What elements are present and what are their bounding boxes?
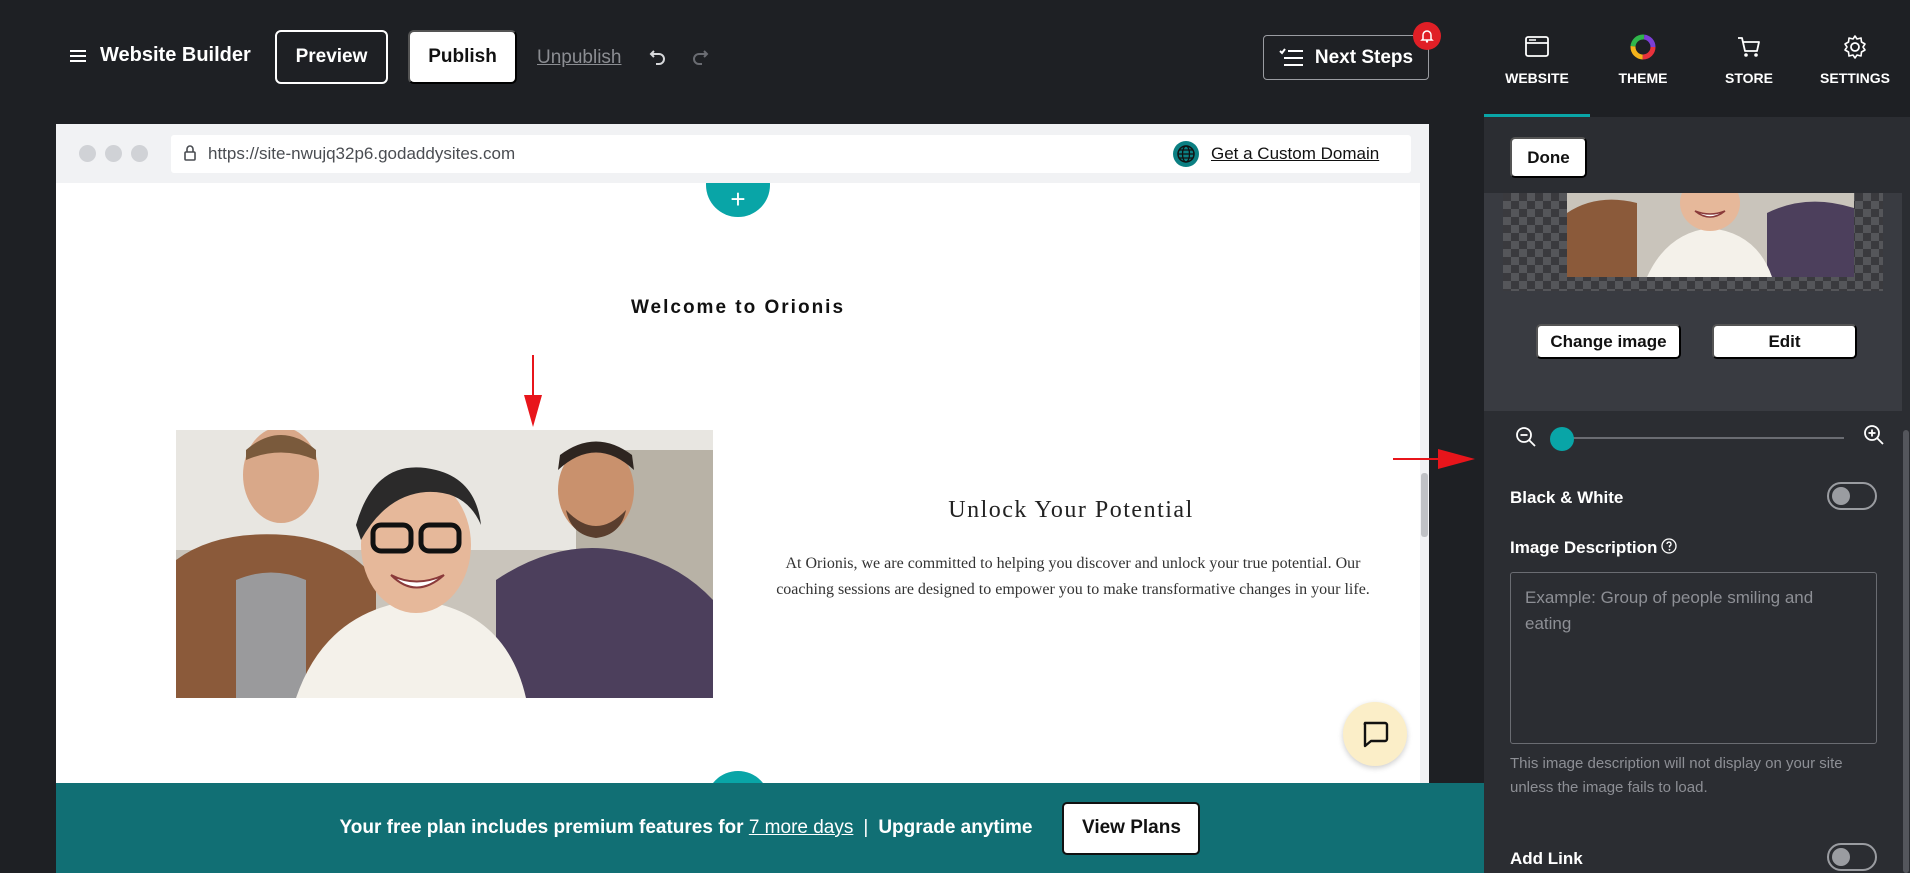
- cart-icon: [1738, 37, 1760, 57]
- black-white-label: Black & White: [1510, 488, 1624, 507]
- next-steps-label: Next Steps: [1314, 46, 1414, 68]
- editor-panel: WEBSITE THEME STORE SETTINGS Done Change…: [1484, 0, 1910, 873]
- publish-button[interactable]: Publish: [408, 30, 517, 84]
- color-wheel-icon: [1630, 34, 1656, 60]
- top-bar: Website Builder Preview Publish Unpublis…: [0, 0, 1484, 116]
- banner-separator: |: [863, 817, 869, 838]
- window-dot-icon: [131, 145, 148, 162]
- next-steps-button[interactable]: Next Steps: [1263, 35, 1429, 80]
- done-button[interactable]: Done: [1510, 137, 1587, 178]
- tab-label: STORE: [1725, 70, 1773, 86]
- change-image-button[interactable]: Change image: [1536, 324, 1681, 359]
- hamburger-menu-icon: [70, 49, 86, 62]
- toggle-knob: [1832, 487, 1850, 505]
- site-preview-frame: https://site-nwujq32p6.godaddysites.com …: [56, 124, 1429, 873]
- hero-title[interactable]: Unlock Your Potential: [756, 497, 1386, 524]
- edit-image-button[interactable]: Edit: [1712, 324, 1857, 359]
- section-heading[interactable]: Welcome to Orionis: [56, 297, 1420, 319]
- tab-theme[interactable]: THEME: [1590, 0, 1696, 117]
- image-description-help: This image description will not display …: [1510, 755, 1843, 796]
- upgrade-banner: Your free plan includes premium features…: [56, 783, 1484, 873]
- unpublish-link[interactable]: Unpublish: [537, 47, 622, 69]
- gear-icon: [1844, 35, 1866, 59]
- tab-website[interactable]: WEBSITE: [1484, 0, 1590, 117]
- notification-badge[interactable]: [1413, 22, 1441, 50]
- add-link-toggle[interactable]: [1827, 843, 1877, 871]
- bell-icon: [1420, 30, 1434, 43]
- tab-settings[interactable]: SETTINGS: [1802, 0, 1908, 117]
- help-icon[interactable]: [1661, 538, 1677, 554]
- get-custom-domain-link[interactable]: Get a Custom Domain: [1211, 144, 1379, 164]
- image-card: Change image Edit: [1484, 193, 1902, 411]
- chat-button[interactable]: [1343, 702, 1407, 766]
- tab-store[interactable]: STORE: [1696, 0, 1802, 117]
- zoom-out-icon[interactable]: [1514, 425, 1538, 449]
- trial-days-link[interactable]: 7 more days: [749, 817, 854, 838]
- globe-icon: [1173, 141, 1199, 167]
- image-description-input[interactable]: [1510, 572, 1877, 744]
- annotation-arrow-down-icon: [524, 355, 542, 427]
- window-dot-icon: [79, 145, 96, 162]
- banner-message: Your free plan includes premium features…: [340, 817, 1033, 839]
- zoom-slider-thumb[interactable]: [1550, 427, 1574, 451]
- image-thumbnail: [1567, 193, 1854, 277]
- tab-label: SETTINGS: [1819, 70, 1890, 86]
- image-description-label: Image Description: [1510, 538, 1658, 557]
- browser-url-bar: https://site-nwujq32p6.godaddysites.com …: [56, 124, 1429, 183]
- checklist-icon: [1279, 47, 1303, 66]
- zoom-slider-track[interactable]: [1562, 437, 1844, 439]
- annotation-arrow-right-icon: [1393, 449, 1475, 469]
- image-thumbnail-background: [1503, 193, 1883, 291]
- site-page-canvas: + Welcome to Orionis Unlock Your Potenti…: [56, 183, 1420, 873]
- browser-window-icon: [1525, 36, 1549, 57]
- hero-body-text[interactable]: At Orionis, we are committed to helping …: [768, 551, 1378, 603]
- panel-scrollbar-thumb[interactable]: [1903, 430, 1909, 873]
- tab-label: THEME: [1618, 70, 1668, 86]
- add-link-label: Add Link: [1510, 849, 1583, 868]
- banner-text-after: Upgrade anytime: [878, 817, 1033, 838]
- banner-text-before: Your free plan includes premium features…: [339, 817, 744, 838]
- plus-icon: +: [730, 183, 746, 214]
- website-builder-menu[interactable]: Website Builder: [70, 44, 251, 67]
- done-bar: Done: [1484, 117, 1902, 193]
- lock-icon: [184, 145, 196, 161]
- tab-label: WEBSITE: [1505, 70, 1569, 86]
- hero-image[interactable]: [176, 430, 713, 698]
- preview-button[interactable]: Preview: [275, 30, 388, 84]
- team-photo: [176, 430, 713, 698]
- black-white-toggle[interactable]: [1827, 482, 1877, 510]
- undo-icon[interactable]: [648, 46, 668, 66]
- panel-tabs: WEBSITE THEME STORE SETTINGS: [1484, 0, 1910, 117]
- view-plans-button[interactable]: View Plans: [1062, 801, 1201, 855]
- window-dot-icon: [105, 145, 122, 162]
- toggle-knob: [1832, 848, 1850, 866]
- zoom-in-icon[interactable]: [1862, 423, 1886, 447]
- brand-label: Website Builder: [100, 44, 251, 66]
- page-scrollbar-thumb[interactable]: [1421, 473, 1428, 537]
- site-url: https://site-nwujq32p6.godaddysites.com: [208, 144, 516, 163]
- redo-icon[interactable]: [690, 46, 710, 66]
- add-section-button[interactable]: +: [706, 183, 770, 217]
- chat-bubble-icon: [1363, 721, 1389, 748]
